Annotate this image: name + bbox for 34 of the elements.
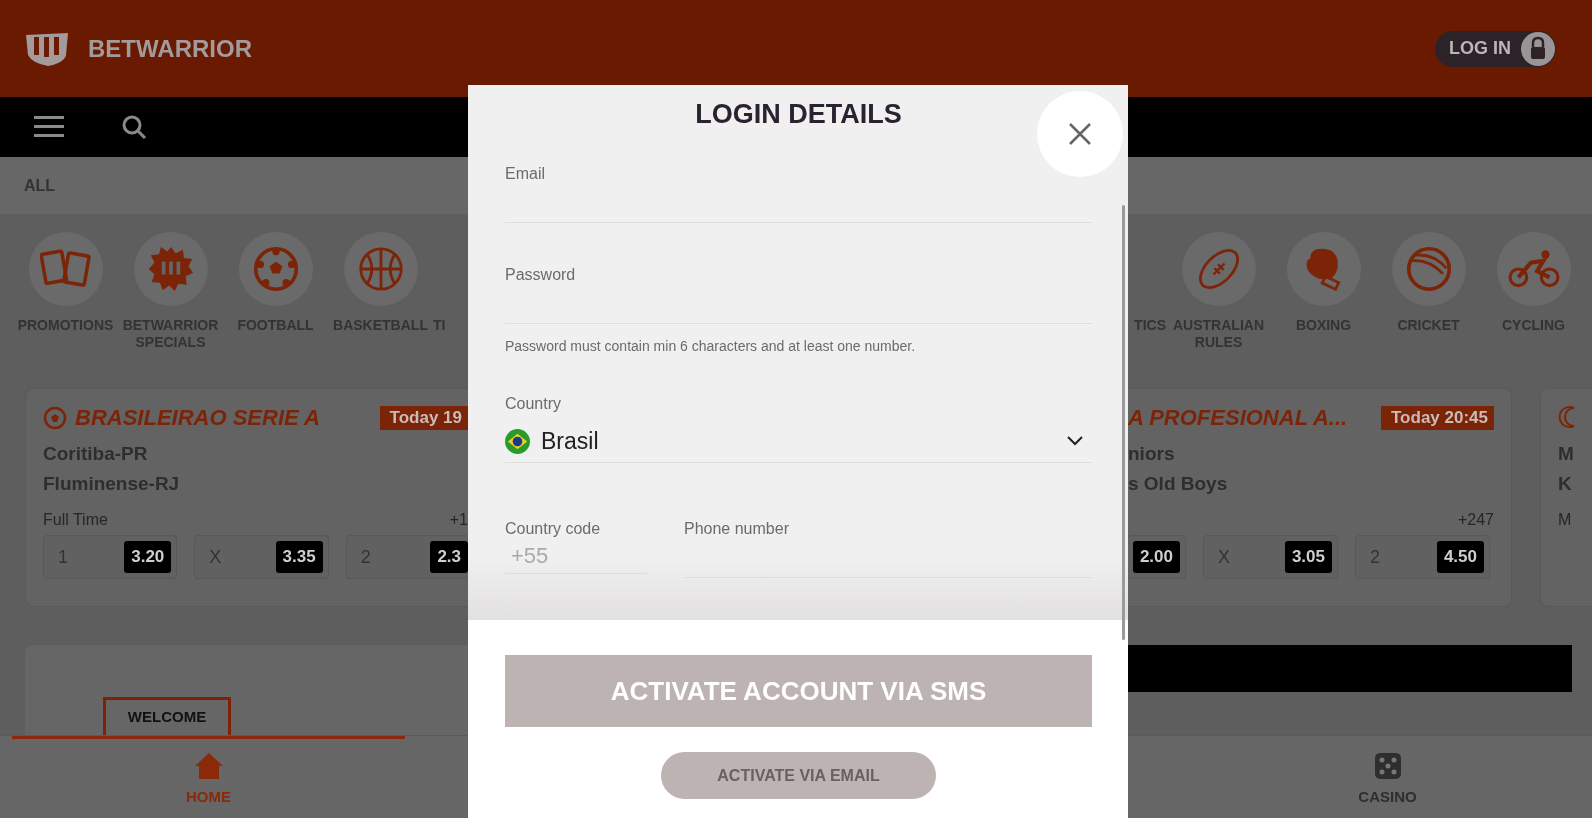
country-code-field[interactable]: +55 xyxy=(505,539,647,574)
field-label: Country code xyxy=(505,519,602,539)
field-label: Email xyxy=(505,164,546,184)
market-label: M xyxy=(1558,511,1573,529)
league-title: BRASILEIRAO SERIE A xyxy=(75,405,320,431)
country-select[interactable]: Brasil xyxy=(505,420,1092,463)
dialog-title: LOGIN DETAILS xyxy=(695,98,902,130)
close-icon xyxy=(1068,122,1092,146)
password-hint: Password must contain min 6 characters and at least one number. xyxy=(505,338,917,354)
bottom-nav-tab[interactable]: HOME xyxy=(12,736,405,818)
more-markets-count[interactable]: +247 xyxy=(1457,511,1494,529)
shield-logo-icon[interactable] xyxy=(24,30,70,67)
chevron-down-icon xyxy=(1066,435,1084,447)
home-icon xyxy=(193,752,224,780)
field-label: Country xyxy=(505,394,563,414)
time-tag: Today 20:45 xyxy=(1381,406,1494,430)
bottom-nav-tab[interactable]: CASINO xyxy=(1191,736,1584,818)
lock-icon xyxy=(1521,31,1555,66)
more-markets-count[interactable]: +1 xyxy=(449,511,468,529)
promo-banner[interactable]: WELCOME xyxy=(25,645,468,735)
market-label: Full Time xyxy=(43,511,108,529)
league-title: A PROFESIONAL A... xyxy=(1128,405,1348,431)
flag-icon xyxy=(505,428,530,454)
login-button[interactable]: LOG IN xyxy=(1435,30,1556,67)
menu-icon[interactable] xyxy=(34,115,64,139)
time-tag: Today 19 xyxy=(379,406,468,430)
brand-name: BETWARRIOR xyxy=(88,34,252,63)
scrollbar[interactable] xyxy=(1122,205,1125,640)
search-icon[interactable] xyxy=(121,114,147,140)
field-label: Password xyxy=(505,265,577,285)
soccer-ball-icon xyxy=(43,406,67,430)
odds-button[interactable]: 2.00 xyxy=(1128,535,1186,579)
field-label: Phone number xyxy=(684,519,790,539)
dice-icon xyxy=(1372,752,1403,780)
